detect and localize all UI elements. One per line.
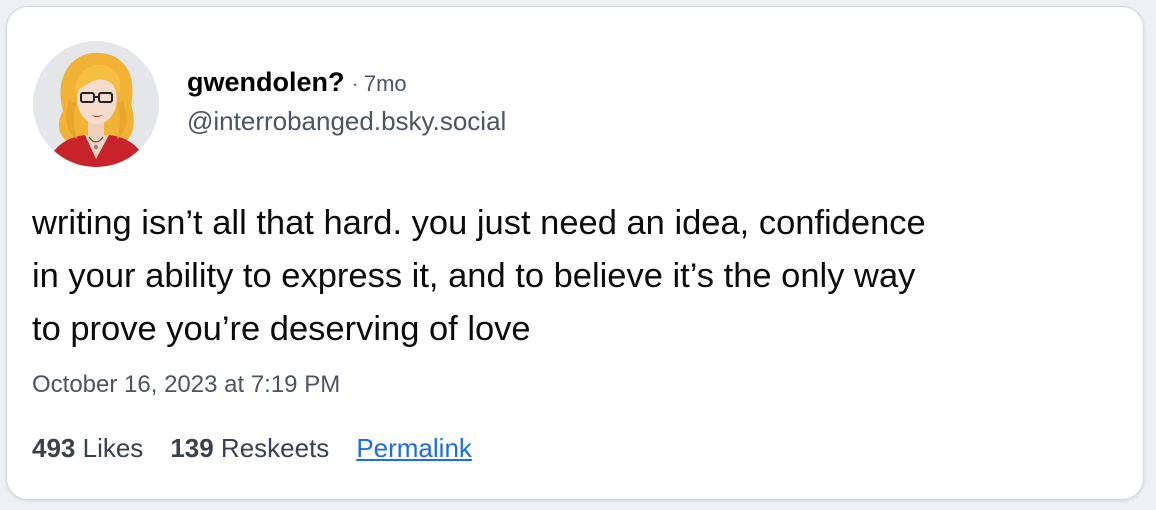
reskeets-count: 139	[170, 433, 221, 463]
reskeets-stat[interactable]: 139 Reskeets	[170, 433, 329, 464]
relative-time[interactable]: 7mo	[364, 71, 407, 97]
likes-stat[interactable]: 493 Likes	[32, 433, 143, 464]
author-display-name[interactable]: gwendolen?	[187, 67, 345, 98]
post-header: gwendolen? · 7mo @interrobanged.bsky.soc…	[187, 67, 506, 137]
post-card: gwendolen? · 7mo @interrobanged.bsky.soc…	[6, 6, 1144, 500]
post-text: writing isn’t all that hard. you just ne…	[32, 204, 926, 348]
likes-label: Likes	[82, 433, 144, 463]
post-stats: 493 Likes 139 Reskeets Permalink	[32, 433, 472, 464]
author-name-row: gwendolen? · 7mo	[187, 67, 506, 98]
post-timestamp[interactable]: October 16, 2023 at 7:19 PM	[32, 371, 340, 399]
separator-dot: ·	[351, 71, 359, 96]
reskeets-label: Reskeets	[220, 433, 330, 463]
illustrated-woman-avatar-icon	[33, 41, 159, 167]
likes-count: 493	[32, 433, 83, 463]
avatar[interactable]	[33, 41, 159, 167]
permalink-link[interactable]: Permalink	[356, 433, 472, 464]
author-handle[interactable]: @interrobanged.bsky.social	[187, 106, 506, 137]
